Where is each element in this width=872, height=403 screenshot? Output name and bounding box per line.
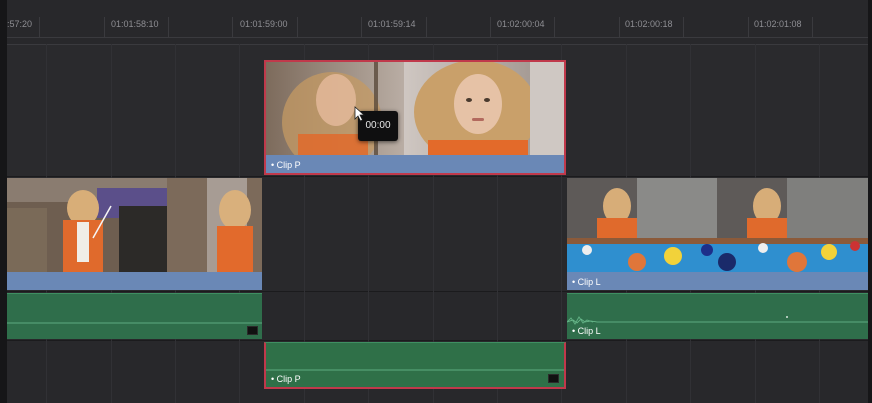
ruler-tick: [168, 17, 169, 37]
ruler-tick: [619, 17, 620, 37]
audio-waveform-icon: [567, 316, 868, 325]
timecode-ruler[interactable]: :57:20 01:01:58:10 01:01:59:00 01:01:59:…: [7, 0, 868, 45]
clip-label: • Clip P: [271, 160, 301, 170]
clip-label-bar: • Clip L: [567, 272, 868, 290]
audio-clip-badge-icon: [548, 374, 559, 383]
ruler-tick: [554, 17, 555, 37]
timeline-left-edge: [0, 0, 7, 403]
audio-waveform-icon: [7, 322, 262, 324]
ruler-tick: [490, 17, 491, 37]
ruler-baseline: [7, 37, 868, 38]
ruler-tick: [39, 17, 40, 37]
clip-l-thumbnail-image: [567, 178, 868, 272]
audio-waveform-icon: [266, 369, 564, 371]
audio-clip-left[interactable]: [7, 293, 262, 339]
ruler-tick: [361, 17, 362, 37]
track-divider: [7, 340, 868, 341]
video-clip-l[interactable]: • Clip L: [567, 178, 868, 290]
clip-thumbnails: [266, 62, 564, 155]
timecode-label: 01:02:01:08: [754, 19, 802, 29]
audio-clip-p[interactable]: • Clip P: [264, 342, 566, 389]
clip-thumbnails: [567, 178, 868, 272]
track-divider: [7, 291, 868, 292]
ruler-tick: [104, 17, 105, 37]
video-clip-left[interactable]: [7, 178, 262, 290]
timecode-label: 01:01:58:10: [111, 19, 159, 29]
ruler-tick: [748, 17, 749, 37]
video-clip-p[interactable]: • Clip P: [264, 60, 566, 175]
clip-label-bar: • Clip P: [266, 155, 564, 173]
timecode-label: :57:20: [7, 19, 33, 29]
audio-clip-l[interactable]: • Clip L: [567, 293, 868, 339]
timecode-label: 01:01:59:00: [240, 19, 288, 29]
timeline-panel: :57:20 01:01:58:10 01:01:59:00 01:01:59:…: [0, 0, 872, 403]
timecode-label: 01:02:00:04: [497, 19, 545, 29]
clip-label: • Clip P: [271, 374, 301, 384]
clip-label-bar: [7, 272, 262, 290]
ruler-tick: [297, 17, 298, 37]
clip-label: • Clip L: [572, 277, 601, 287]
ruler-tick: [812, 17, 813, 37]
timecode-label: 01:01:59:14: [368, 19, 416, 29]
mouse-pointer-icon: [354, 106, 366, 122]
track-divider: [7, 176, 868, 177]
timecode-label: 01:02:00:18: [625, 19, 673, 29]
clip-label: • Clip L: [572, 326, 601, 336]
clip-left-thumbnail-image: [7, 178, 262, 272]
timeline-right-edge: [868, 0, 872, 403]
clip-p-thumbnail-image: [266, 62, 564, 155]
ruler-tick: [426, 17, 427, 37]
ruler-tick: [683, 17, 684, 37]
audio-clip-badge-icon: [247, 326, 258, 335]
clip-thumbnails: [7, 178, 262, 272]
ruler-tick: [232, 17, 233, 37]
